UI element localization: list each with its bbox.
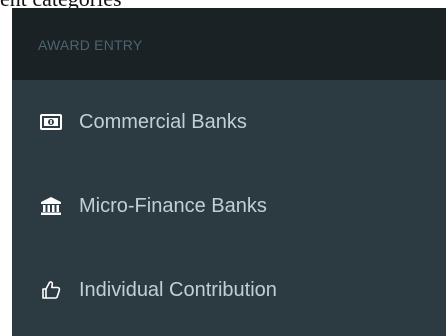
sidebar-item-label: Micro-Finance Banks: [79, 194, 267, 217]
money-icon: [39, 112, 63, 132]
sidebar-item-individual-contribution[interactable]: Individual Contribution: [12, 248, 446, 332]
sidebar-section-header: AWARD ENTRY: [12, 8, 446, 80]
sidebar-item-label: Individual Contribution: [79, 278, 277, 301]
sidebar-item-micro-finance-banks[interactable]: Micro-Finance Banks: [12, 164, 446, 248]
sidebar-item-label: Commercial Banks: [79, 110, 247, 133]
bank-icon: [39, 196, 63, 216]
page-fragment-text: ent categories: [0, 0, 122, 8]
page-fragment-top: ent categories: [0, 0, 446, 8]
sidebar-item-commercial-banks[interactable]: Commercial Banks: [12, 80, 446, 164]
sidebar-menu: AWARD ENTRY Commercial Banks Micro-Finan…: [12, 8, 446, 336]
thumbs-up-icon: [39, 280, 63, 300]
section-header-label: AWARD ENTRY: [38, 37, 143, 53]
